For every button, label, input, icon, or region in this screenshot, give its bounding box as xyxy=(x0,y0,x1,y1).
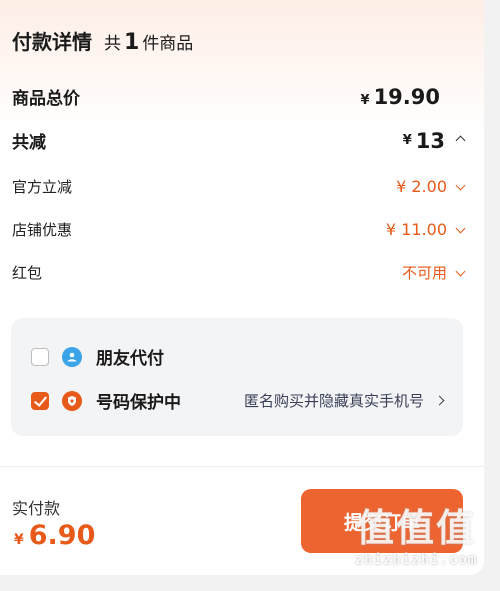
watermark-url: zhizhizhi.com xyxy=(354,552,478,568)
discount-item-shop[interactable]: 店铺优惠 ¥ 11.00 xyxy=(12,219,466,240)
item-count-suffix: 件商品 xyxy=(142,34,194,54)
chevron-up-icon[interactable] xyxy=(455,135,466,146)
discount-total-row[interactable]: 共减 ¥ 13 xyxy=(12,128,466,153)
total-price-row: 商品总价 ¥ 19.90 xyxy=(12,84,464,110)
service-options-card: 朋友代付 号码保护中 匿名购买并隐藏真实手机号 xyxy=(11,318,463,436)
currency-symbol: ¥ xyxy=(402,133,412,148)
watermark-logo: 值值值 zhizhizhi.com xyxy=(346,504,486,586)
currency-symbol: ¥ xyxy=(360,92,370,108)
option-description-text: 匿名购买并隐藏真实手机号 xyxy=(243,392,424,410)
discount-item-label: 店铺优惠 xyxy=(12,221,73,239)
option-number-protection[interactable]: 号码保护中 匿名购买并隐藏真实手机号 xyxy=(31,388,445,413)
page-title: 付款详情 xyxy=(12,30,92,54)
discount-total-value: ¥ 13 xyxy=(402,128,466,153)
discount-item-amount: ¥ 2.00 xyxy=(396,177,447,196)
number-protection-checkbox[interactable] xyxy=(31,391,49,410)
item-count-prefix: 共 xyxy=(104,34,121,54)
discount-item-label: 官方立减 xyxy=(12,178,73,196)
friend-pay-icon xyxy=(62,346,82,367)
discount-item-amount: ¥ 11.00 xyxy=(385,220,447,239)
discount-item-official[interactable]: 官方立减 ¥ 2.00 xyxy=(12,176,466,197)
discount-item-amount: 不可用 xyxy=(401,264,447,282)
discount-total-label: 共减 xyxy=(12,133,46,153)
total-price-amount: 19.90 xyxy=(373,84,440,109)
watermark-logo-text: 值值值 xyxy=(355,506,476,550)
item-count: 共 1 件商品 xyxy=(104,29,193,55)
discount-item-label: 红包 xyxy=(12,264,43,282)
discount-item-value: ¥ 11.00 xyxy=(385,220,466,239)
currency-symbol: ¥ xyxy=(14,532,24,548)
pay-label: 实付款 xyxy=(12,499,61,518)
chevron-down-icon xyxy=(455,266,466,277)
payment-details-panel: 付款详情 共 1 件商品 商品总价 ¥ 19.90 共减 ¥ 13 官方立减 ¥ 2… xyxy=(0,0,484,575)
pay-amount: ¥ 6.90 xyxy=(14,520,95,551)
pay-amount-value: 6.90 xyxy=(28,520,96,551)
discount-item-redpacket[interactable]: 红包 不可用 xyxy=(12,262,466,283)
chevron-right-icon xyxy=(434,395,445,406)
discount-item-value: 不可用 xyxy=(401,262,466,283)
total-price-label: 商品总价 xyxy=(12,89,80,109)
option-label: 朋友代付 xyxy=(96,349,164,369)
option-label: 号码保护中 xyxy=(96,393,181,413)
option-friend-pay[interactable]: 朋友代付 xyxy=(31,344,443,369)
option-description[interactable]: 匿名购买并隐藏真实手机号 xyxy=(243,390,445,411)
discount-item-value: ¥ 2.00 xyxy=(396,177,466,196)
item-count-value: 1 xyxy=(124,30,140,55)
divider xyxy=(0,466,484,467)
friend-pay-checkbox[interactable] xyxy=(31,347,49,366)
panel-header: 付款详情 共 1 件商品 xyxy=(12,26,193,55)
discount-total-amount: 13 xyxy=(415,128,445,153)
phone-shield-icon xyxy=(62,390,82,411)
total-price-value: ¥ 19.90 xyxy=(361,85,440,109)
chevron-down-icon xyxy=(455,223,466,234)
chevron-down-icon xyxy=(455,180,466,191)
